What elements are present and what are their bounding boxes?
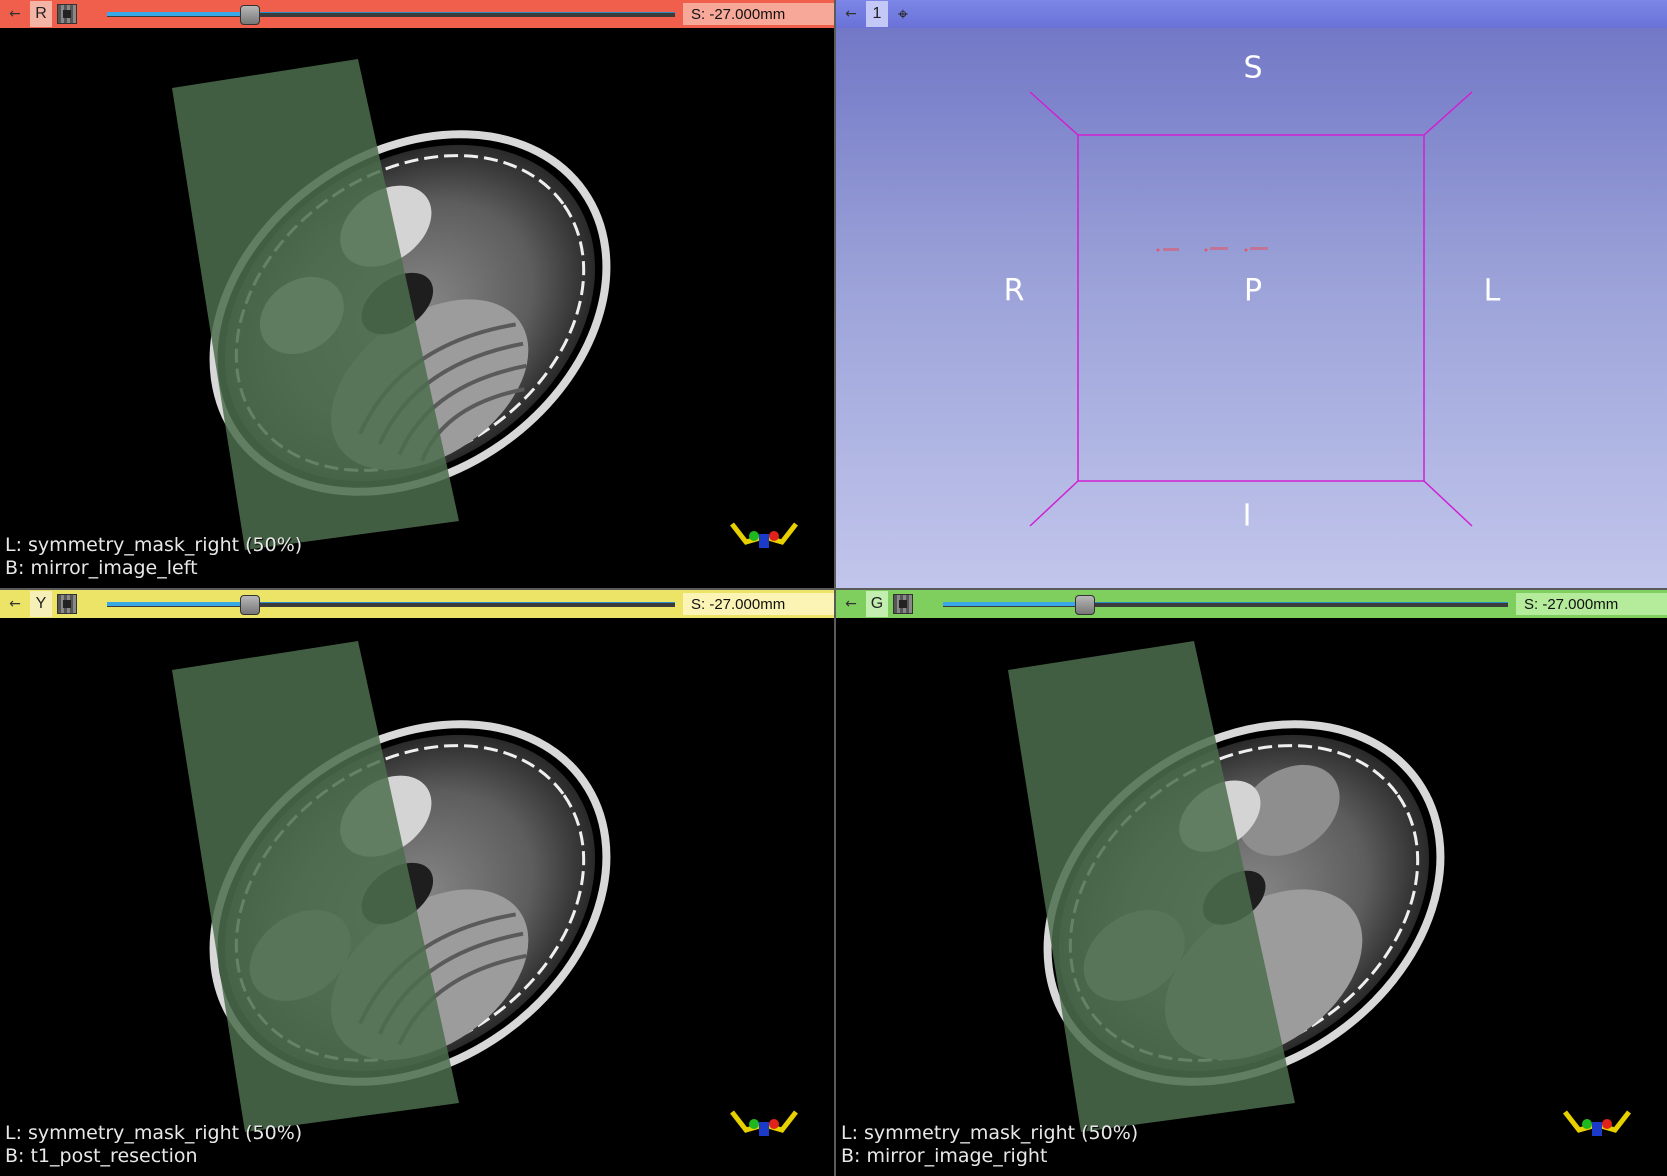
- brain-slice-image: [1008, 641, 1445, 1132]
- brain-slice-image: [172, 59, 611, 550]
- orientation-marker-icon: [730, 522, 798, 548]
- layer-annotation: L: symmetry_mask_right (50%) B: mirror_i…: [5, 534, 302, 580]
- axis-label-posterior: P: [1243, 273, 1263, 309]
- slice-offset-value[interactable]: S: -27.000mm: [683, 3, 834, 25]
- layer-annotation: L: symmetry_mask_right (50%) B: t1_post_…: [5, 1122, 302, 1168]
- view-letter: R: [30, 1, 52, 27]
- view-settings-icon[interactable]: ⌖: [888, 0, 918, 28]
- slice-offset-value[interactable]: S: -27.000mm: [1516, 593, 1667, 615]
- red-controller-bar: ← R S: -27.000mm: [0, 0, 834, 28]
- label-layer-text: L: symmetry_mask_right (50%): [5, 1122, 303, 1144]
- red-slice-view[interactable]: ← R S: -27.000mm L: symmetry_mask_right …: [0, 0, 834, 588]
- background-layer-text: B: t1_post_resection: [5, 1145, 198, 1167]
- slider-handle[interactable]: [240, 5, 260, 25]
- pin-icon[interactable]: ←: [836, 0, 866, 28]
- orientation-marker-icon: [730, 1110, 798, 1136]
- background-layer-text: B: mirror_image_left: [5, 557, 198, 579]
- link-lock-icon[interactable]: [52, 590, 82, 618]
- axis-label-inferior: I: [1242, 498, 1252, 534]
- background-layer-text: B: mirror_image_right: [841, 1145, 1048, 1167]
- axis-label-right: R: [1003, 273, 1025, 309]
- label-layer-text: L: symmetry_mask_right (50%): [841, 1122, 1139, 1144]
- label-layer-text: L: symmetry_mask_right (50%): [5, 534, 303, 556]
- threed-view[interactable]: ← 1 ⌖ S R P L I: [836, 0, 1667, 588]
- yellow-controller-bar: ← Y S: -27.000mm: [0, 590, 834, 618]
- slider-handle[interactable]: [240, 595, 260, 615]
- threed-controller-bar: ← 1 ⌖: [836, 0, 1667, 28]
- link-lock-icon[interactable]: [52, 0, 82, 28]
- view-letter: 1: [866, 1, 888, 27]
- slice-markers: [1156, 247, 1268, 252]
- layer-annotation: L: symmetry_mask_right (50%) B: mirror_i…: [841, 1122, 1138, 1168]
- slice-offset-slider[interactable]: [943, 595, 1508, 615]
- slice-offset-slider[interactable]: [107, 5, 675, 25]
- threed-canvas[interactable]: S R P L I: [836, 28, 1667, 588]
- slice-offset-value[interactable]: S: -27.000mm: [683, 593, 834, 615]
- pin-icon[interactable]: ←: [836, 590, 866, 618]
- pin-icon[interactable]: ←: [0, 590, 30, 618]
- axis-label-left: L: [1483, 273, 1501, 309]
- brain-slice-image: [172, 641, 611, 1132]
- slice-canvas[interactable]: L: symmetry_mask_right (50%) B: t1_post_…: [0, 618, 834, 1176]
- orientation-marker-icon: [1563, 1110, 1631, 1136]
- view-letter: G: [866, 591, 888, 617]
- axis-label-superior: S: [1243, 50, 1263, 86]
- slice-canvas[interactable]: L: symmetry_mask_right (50%) B: mirror_i…: [0, 28, 834, 588]
- slice-offset-slider[interactable]: [107, 595, 675, 615]
- green-slice-view[interactable]: ← G S: -27.000mm L: symmetry_mask_right …: [836, 590, 1667, 1176]
- slider-handle[interactable]: [1075, 595, 1096, 615]
- view-letter: Y: [30, 591, 52, 617]
- slice-canvas[interactable]: L: symmetry_mask_right (50%) B: mirror_i…: [836, 618, 1667, 1176]
- yellow-slice-view[interactable]: ← Y S: -27.000mm L: symmetry_mask_right …: [0, 590, 834, 1176]
- pin-icon[interactable]: ←: [0, 0, 30, 28]
- link-lock-icon[interactable]: [888, 590, 918, 618]
- green-controller-bar: ← G S: -27.000mm: [836, 590, 1667, 618]
